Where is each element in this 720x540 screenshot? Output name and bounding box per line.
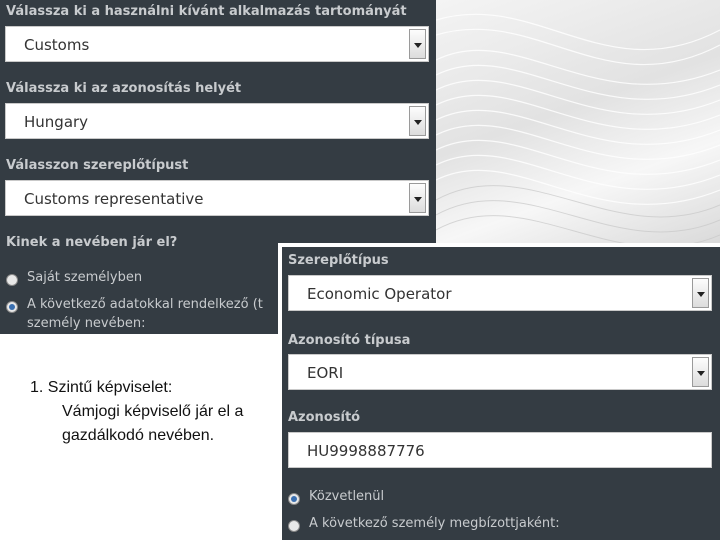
radio-proxy-label: A következő személy megbízottjaként:	[309, 516, 560, 531]
chevron-down-icon[interactable]	[409, 29, 426, 59]
radio-own-person-label: Saját személyben	[27, 270, 143, 285]
actor-type-select-value: Customs representative	[24, 190, 204, 208]
actor-type-select-value: Economic Operator	[307, 285, 452, 303]
domain-label: Válassza ki a használni kívánt alkalmazá…	[6, 4, 407, 19]
note-heading: 1. Szintű képviselet:	[30, 379, 173, 396]
chevron-down-icon[interactable]	[692, 278, 709, 308]
note-line: gazdálkodó nevében.	[62, 427, 215, 444]
radio-direct-label: Közvetlenül	[309, 489, 385, 504]
representation-note: 1. Szintű képviselet: Vámjogi képviselő …	[30, 376, 243, 448]
radio-other-person-label-line1: A következő adatokkal rendelkező (t	[27, 297, 263, 312]
domain-select-value: Customs	[24, 36, 90, 54]
radio-button-selected[interactable]	[288, 493, 300, 505]
actor-type-select[interactable]: Customs representative	[5, 180, 429, 216]
radio-button[interactable]	[288, 520, 300, 532]
actor-type-label: Szereplőtípus	[288, 253, 389, 268]
radio-button[interactable]	[6, 274, 18, 286]
id-input-value: HU9998887776	[307, 442, 425, 460]
economic-operator-form-panel: Szereplőtípus Economic Operator Azonosít…	[278, 243, 720, 540]
domain-select[interactable]: Customs	[5, 26, 429, 62]
id-input[interactable]: HU9998887776	[288, 432, 712, 468]
chevron-down-icon[interactable]	[409, 106, 426, 136]
decorative-wave-background	[436, 0, 720, 246]
id-type-select[interactable]: EORI	[288, 354, 712, 390]
radio-button-selected[interactable]	[6, 301, 18, 313]
id-label: Azonosító	[288, 410, 361, 425]
location-label: Válassza ki az azonosítás helyét	[6, 81, 242, 96]
actor-type-label: Válasszon szereplőtípust	[6, 158, 189, 173]
location-select[interactable]: Hungary	[5, 103, 429, 139]
chevron-down-icon[interactable]	[409, 183, 426, 213]
note-line: Vámjogi képviselő jár el a	[62, 403, 244, 420]
actor-type-select[interactable]: Economic Operator	[288, 275, 712, 311]
location-select-value: Hungary	[24, 113, 89, 131]
chevron-down-icon[interactable]	[692, 357, 709, 387]
radio-other-person-label-line2: személy nevében:	[27, 316, 146, 331]
id-type-select-value: EORI	[307, 364, 344, 382]
on-behalf-label: Kinek a nevében jár el?	[6, 235, 178, 250]
id-type-label: Azonosító típusa	[288, 333, 411, 348]
